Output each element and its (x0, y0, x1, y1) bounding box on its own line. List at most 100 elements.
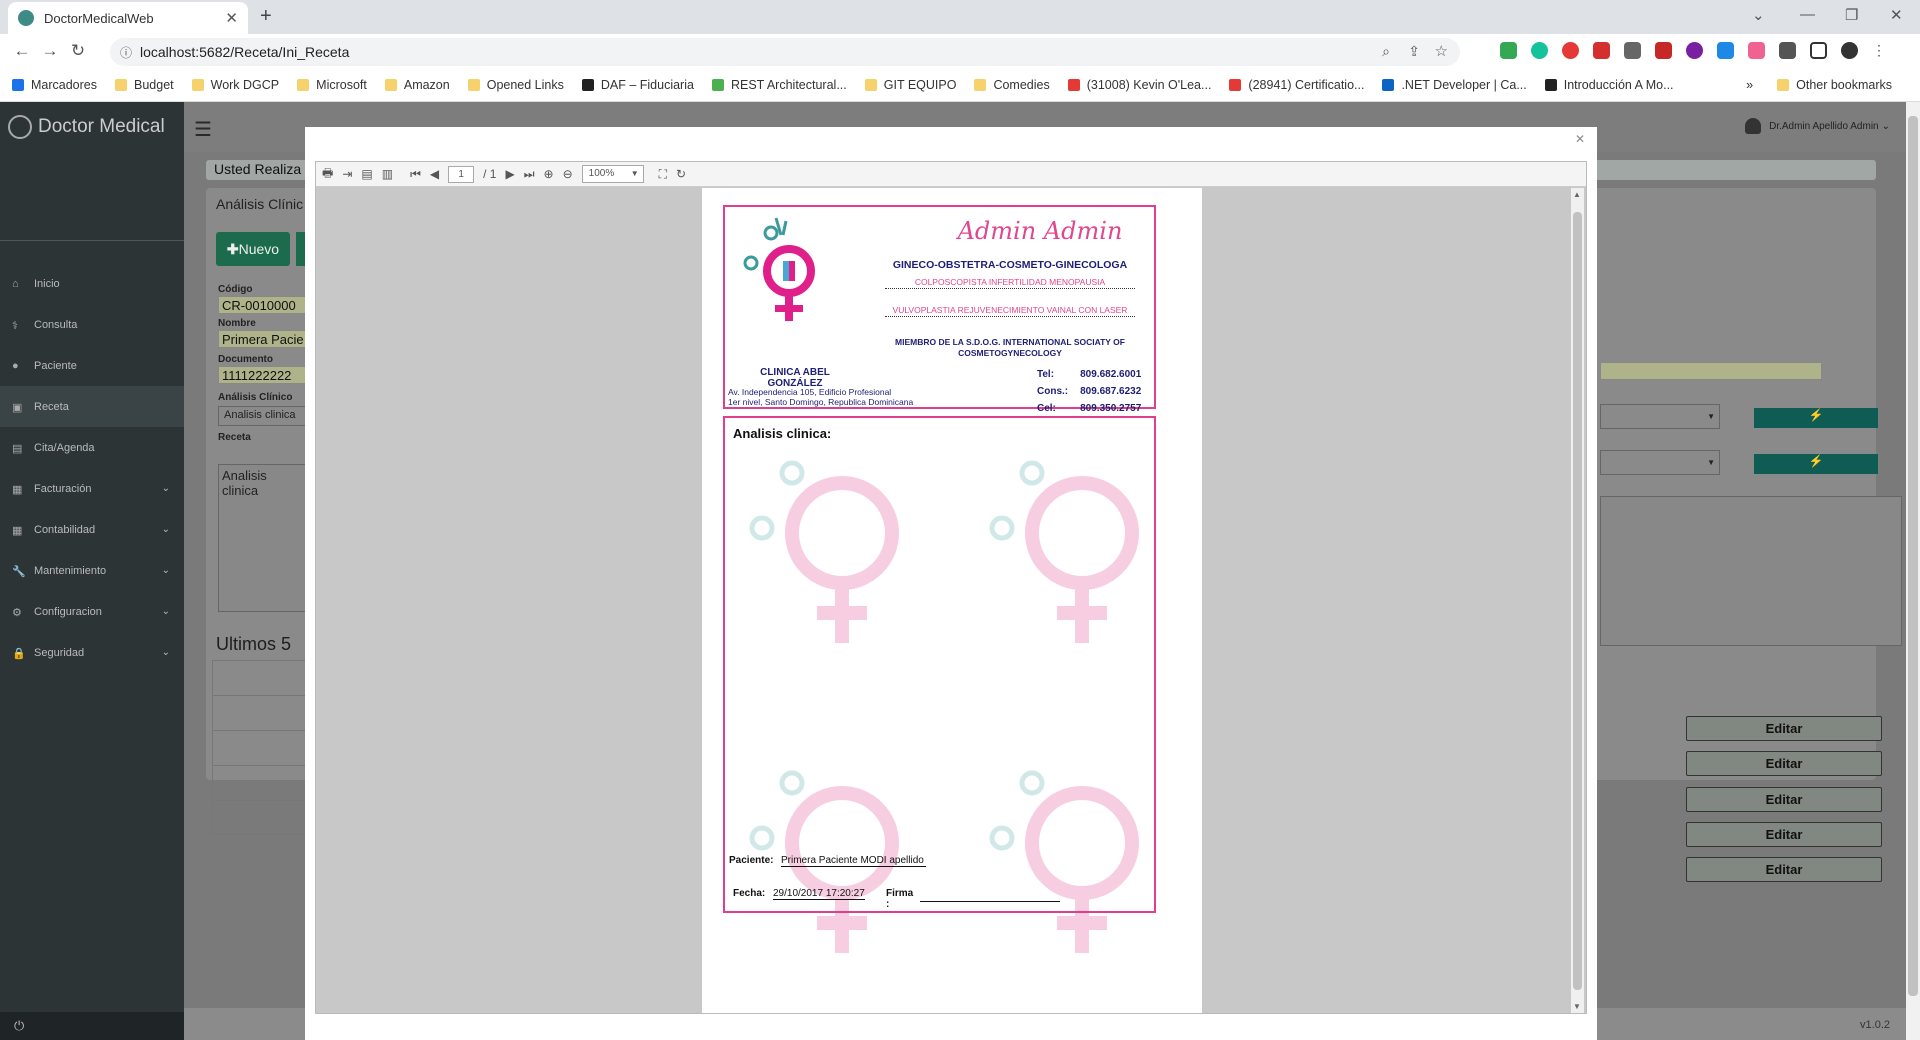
sidebar-item-contabilidad[interactable]: ▦ Contabilidad ⌄ (0, 509, 184, 550)
panel-title: Análisis Clínic (216, 196, 304, 212)
first-page-icon[interactable]: ⏮ (410, 167, 421, 182)
kebab-menu-icon[interactable]: ⋮ (1872, 42, 1886, 59)
edit-button[interactable]: Editar (1686, 857, 1882, 882)
bookmark-item[interactable]: (28941) Certificatio... (1229, 78, 1364, 92)
page-setup-icon[interactable]: ▥ (382, 167, 393, 181)
profile-avatar[interactable] (1841, 42, 1858, 59)
extension-media-icon[interactable] (1624, 42, 1641, 59)
edit-button[interactable]: Editar (1686, 787, 1882, 812)
close-tab-icon[interactable]: ✕ (225, 9, 238, 27)
bookmark-item[interactable]: Work DGCP (191, 78, 279, 92)
print-icon[interactable]: 🖶 (322, 164, 333, 185)
right-input[interactable] (1600, 362, 1822, 380)
extension-book-icon[interactable] (1593, 42, 1610, 59)
nombre-input[interactable]: Primera Pacie (218, 330, 308, 348)
sidebar-item-paciente[interactable]: ● Paciente (0, 345, 184, 386)
back-icon[interactable]: ← (8, 41, 36, 61)
next-page-icon[interactable]: ▶ (505, 167, 514, 181)
close-window-icon[interactable]: ✕ (1890, 6, 1903, 24)
right-select-2[interactable]: ▼ (1600, 450, 1720, 475)
restore-icon[interactable]: ❐ (1845, 6, 1858, 24)
page-scroll-thumb[interactable] (1908, 116, 1918, 996)
share-icon[interactable]: ⇪ (1408, 43, 1420, 60)
tab-search-icon[interactable]: ⌄ (1752, 6, 1765, 24)
fullscreen-icon[interactable]: ⛶ (659, 167, 667, 182)
zoom-in-icon[interactable]: ⊕ (544, 167, 554, 181)
brand[interactable]: Doctor Medical (0, 102, 184, 152)
bookmark-item[interactable]: (31008) Kevin O'Lea... (1067, 78, 1211, 92)
extension-pink-icon[interactable] (1748, 42, 1765, 59)
viewer-scroll-thumb[interactable] (1573, 212, 1582, 990)
last-page-icon[interactable]: ⏭ (524, 167, 535, 182)
page-scrollbar[interactable] (1906, 102, 1920, 1040)
extension-purple-icon[interactable] (1686, 42, 1703, 59)
extension-grid-icon[interactable] (1655, 42, 1672, 59)
zoom-select[interactable]: 100% ▼ (581, 165, 644, 183)
scroll-up-icon[interactable]: ▲ (1573, 190, 1581, 199)
sidebar-item-configuracion[interactable]: ⚙ Configuracion ⌄ (0, 591, 184, 632)
bookmark-item[interactable]: Comedies (974, 77, 1050, 92)
sidebar-item-facturaci-n[interactable]: ▦ Facturación ⌄ (0, 468, 184, 509)
sidebar-item-receta[interactable]: ▣ Receta (0, 386, 184, 427)
bookmark-item[interactable]: .NET Developer | Ca... (1382, 78, 1527, 92)
power-icon[interactable]: ⏻ (14, 1018, 24, 1034)
sidebar-item-inicio[interactable]: ⌂ Inicio (0, 263, 184, 304)
right-select-1[interactable]: ▼ (1600, 404, 1720, 429)
bolt-button-1[interactable]: ⚡ (1754, 408, 1878, 428)
documento-input[interactable]: 1111222222 (218, 366, 308, 384)
info-icon[interactable]: ⓘ (120, 44, 132, 61)
bookmark-item[interactable]: DAF – Fiduciaria (581, 78, 694, 92)
user-icon: ● (12, 359, 19, 372)
hamburger-menu-icon[interactable]: ☰ (194, 117, 212, 142)
reload-icon[interactable]: ↻ (64, 41, 92, 61)
minimize-icon[interactable]: — (1800, 6, 1815, 23)
bookmark-item[interactable]: Microsoft (297, 78, 367, 92)
bookmark-item[interactable]: Opened Links (467, 78, 564, 92)
other-bookmarks[interactable]: » Other bookmarks (1746, 78, 1910, 92)
bookmark-item[interactable]: Marcadores (12, 78, 97, 92)
edit-button[interactable]: Editar (1686, 716, 1882, 741)
prev-page-icon[interactable]: ◀ (430, 167, 439, 181)
new-button[interactable]: ✚ Nuevo (216, 232, 290, 266)
bookmark-label: Comedies (993, 77, 1050, 92)
bolt-button-2[interactable]: ⚡ (1754, 454, 1878, 474)
extension-drop-icon[interactable] (1717, 42, 1734, 59)
edit-button[interactable]: Editar (1686, 751, 1882, 776)
viewer-scrollbar[interactable]: ▲ ▼ (1571, 188, 1584, 1013)
document-icon[interactable]: ▤ (361, 167, 372, 181)
page-number-input[interactable]: 1 (448, 165, 475, 183)
sidepanel-icon[interactable] (1810, 42, 1827, 59)
bookmark-item[interactable]: REST Architectural... (711, 78, 847, 92)
analisis-select[interactable]: Analisis clinica (218, 406, 308, 426)
scroll-down-icon[interactable]: ▼ (1573, 1002, 1581, 1011)
sidebar-item-consulta[interactable]: ⚕ Consulta (0, 304, 184, 345)
url-bar[interactable]: ⓘ localhost:5682/Receta/Ini_Receta ⌕ ⇪ ☆ (110, 38, 1460, 66)
sidebar-item-cita-agenda[interactable]: ▤ Cita/Agenda (0, 427, 184, 468)
bookmarks-more[interactable]: » (1746, 78, 1753, 92)
new-tab-icon[interactable]: + (260, 5, 272, 28)
browser-tab[interactable]: DoctorMedicalWeb ✕ (8, 2, 248, 34)
codigo-input[interactable]: CR-0010000 (218, 296, 308, 314)
edit-button[interactable]: Editar (1686, 822, 1882, 847)
sidebar-item-seguridad[interactable]: 🔒 Seguridad ⌄ (0, 632, 184, 673)
right-textarea[interactable] (1600, 496, 1902, 646)
receta-textarea[interactable]: Analisis clinica (218, 464, 308, 612)
zoom-icon[interactable]: ⌕ (1382, 43, 1390, 60)
export-icon[interactable]: ⇥ (342, 167, 352, 181)
extension-shield-icon[interactable] (1500, 42, 1517, 59)
bookmark-item[interactable]: Amazon (384, 78, 450, 92)
cons-label: Cons.: (1037, 386, 1069, 397)
forward-icon[interactable]: → (36, 41, 64, 61)
modal-close-icon[interactable]: ✕ (1575, 132, 1585, 146)
grammarly-icon[interactable] (1531, 42, 1548, 59)
star-icon[interactable]: ☆ (1435, 42, 1448, 60)
bookmark-item[interactable]: GIT EQUIPO (864, 78, 956, 92)
zoom-out-icon[interactable]: ⊖ (563, 167, 573, 181)
sidebar-item-mantenimiento[interactable]: 🔧 Mantenimiento ⌄ (0, 550, 184, 591)
extensions-puzzle-icon[interactable] (1779, 42, 1796, 59)
refresh-icon[interactable]: ↻ (676, 167, 686, 181)
bookmark-item[interactable]: Introducción A Mo... (1544, 78, 1674, 92)
extension-red-icon[interactable] (1562, 42, 1579, 59)
bookmark-item[interactable]: Budget (115, 78, 174, 92)
user-menu[interactable]: Dr.Admin Apellido Admin ⌄ (1745, 118, 1890, 134)
